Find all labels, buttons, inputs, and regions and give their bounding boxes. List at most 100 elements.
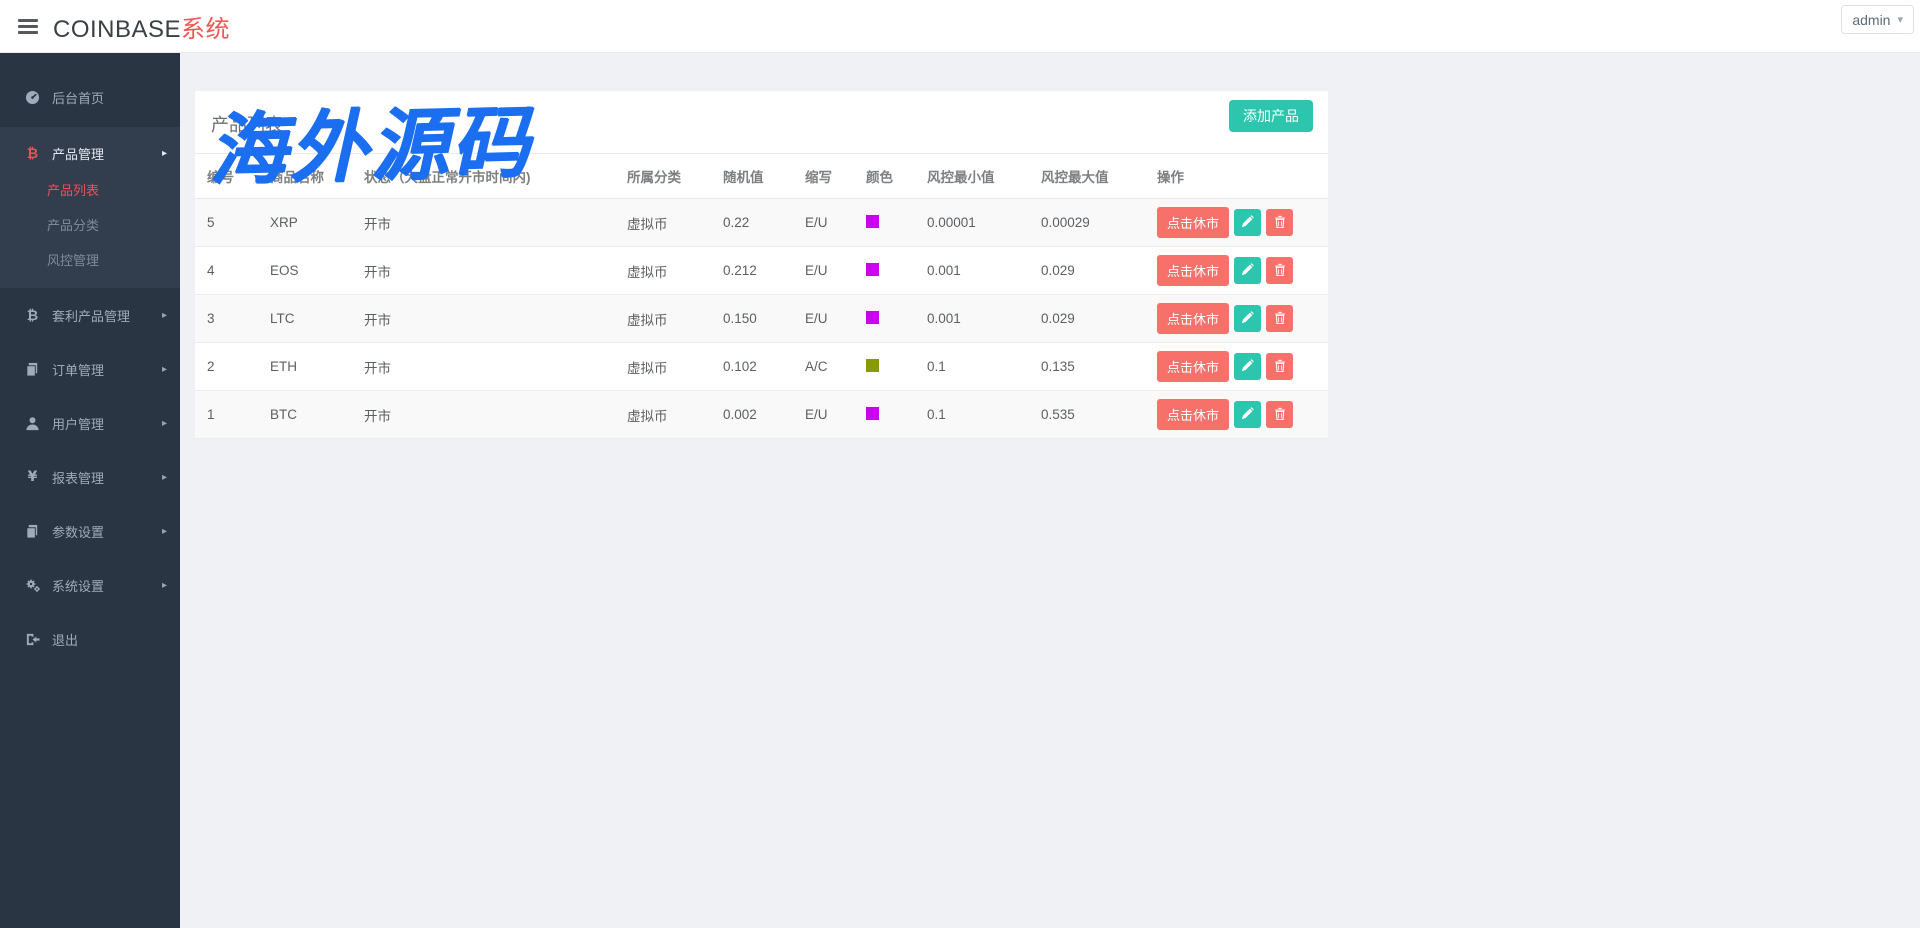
sidebar-item-product-category[interactable]: 产品分类: [0, 208, 180, 243]
sidebar-item-label: 退出: [52, 630, 78, 649]
delete-button[interactable]: [1266, 305, 1293, 332]
cell-category: 虚拟币: [615, 343, 711, 391]
sidebar-item-label: 后台首页: [52, 88, 104, 107]
cell-id: 5: [195, 199, 258, 247]
sidebar-item-label: 报表管理: [52, 468, 104, 487]
table-row: 1 BTC 开市 虚拟币 0.002 E/U 0.1 0.535 点击休市: [195, 391, 1328, 439]
col-risk-min: 风控最小值: [915, 154, 1029, 199]
user-icon: [24, 416, 41, 431]
trash-icon: [1274, 311, 1286, 327]
chevron-down-icon: ▾: [1897, 13, 1903, 26]
col-risk-max: 风控最大值: [1029, 154, 1145, 199]
sidebar-item-param-settings[interactable]: 参数设置 ▸: [0, 504, 180, 558]
cell-abbr: E/U: [793, 295, 854, 343]
admin-dropdown[interactable]: admin ▾: [1841, 5, 1914, 34]
sidebar: 后台首页 ₿ 产品管理 ▸ 产品列表 产品分类 风控管理 ₿ 套利产品管理 ▸ …: [0, 53, 180, 928]
chevron-right-icon: ▸: [162, 526, 167, 537]
cell-name: ETH: [258, 343, 352, 391]
add-product-button[interactable]: 添加产品: [1229, 100, 1313, 132]
col-abbr: 缩写: [793, 154, 854, 199]
market-close-button[interactable]: 点击休市: [1157, 303, 1229, 334]
cell-name: EOS: [258, 247, 352, 295]
sidebar-item-label: 系统设置: [52, 576, 104, 595]
cell-status: 开市: [352, 295, 615, 343]
trash-icon: [1274, 215, 1286, 231]
sidebar-item-dashboard[interactable]: 后台首页: [0, 71, 180, 123]
edit-button[interactable]: [1234, 353, 1261, 380]
brand-accent: 系统: [181, 16, 230, 43]
pencil-icon: [1241, 311, 1254, 327]
gears-icon: [24, 577, 41, 593]
menu-toggle-icon[interactable]: [18, 16, 40, 37]
table-row: 2 ETH 开市 虚拟币 0.102 A/C 0.1 0.135 点击休市: [195, 343, 1328, 391]
files-icon: [24, 362, 41, 377]
cell-risk-min: 0.1: [915, 343, 1029, 391]
cell-category: 虚拟币: [615, 247, 711, 295]
cell-name: BTC: [258, 391, 352, 439]
cell-abbr: E/U: [793, 199, 854, 247]
cell-name: XRP: [258, 199, 352, 247]
sidebar-item-arbitrage-mgmt[interactable]: ₿ 套利产品管理 ▸: [0, 288, 180, 342]
sidebar-item-order-mgmt[interactable]: 订单管理 ▸: [0, 342, 180, 396]
cell-abbr: A/C: [793, 343, 854, 391]
edit-button[interactable]: [1234, 257, 1261, 284]
edit-button[interactable]: [1234, 401, 1261, 428]
sidebar-item-user-mgmt[interactable]: 用户管理 ▸: [0, 396, 180, 450]
col-category: 所属分类: [615, 154, 711, 199]
color-swatch: [866, 407, 879, 420]
cell-random: 0.002: [711, 391, 793, 439]
cell-risk-max: 0.535: [1029, 391, 1145, 439]
col-random: 随机值: [711, 154, 793, 199]
col-name: 商品名称: [258, 154, 352, 199]
cell-random: 0.22: [711, 199, 793, 247]
delete-button[interactable]: [1266, 353, 1293, 380]
cell-risk-min: 0.001: [915, 247, 1029, 295]
cell-id: 3: [195, 295, 258, 343]
trash-icon: [1274, 359, 1286, 375]
cell-status: 开市: [352, 343, 615, 391]
edit-button[interactable]: [1234, 209, 1261, 236]
sidebar-item-product-mgmt[interactable]: ₿ 产品管理 ▸: [0, 127, 180, 173]
brand-logo: COINBASE系统: [53, 9, 230, 44]
cell-status: 开市: [352, 199, 615, 247]
sidebar-item-risk-mgmt[interactable]: 风控管理: [0, 243, 180, 278]
cell-status: 开市: [352, 247, 615, 295]
col-id: 编号: [195, 154, 258, 199]
sidebar-item-product-list[interactable]: 产品列表: [0, 173, 180, 208]
cell-id: 1: [195, 391, 258, 439]
delete-button[interactable]: [1266, 257, 1293, 284]
market-close-button[interactable]: 点击休市: [1157, 255, 1229, 286]
chevron-right-icon: ▸: [162, 310, 167, 321]
cell-risk-min: 0.1: [915, 391, 1029, 439]
market-close-button[interactable]: 点击休市: [1157, 399, 1229, 430]
sidebar-item-system-settings[interactable]: 系统设置 ▸: [0, 558, 180, 612]
col-actions: 操作: [1145, 154, 1328, 199]
cell-risk-min: 0.00001: [915, 199, 1029, 247]
bitcoin-icon: ₿: [24, 307, 41, 324]
sidebar-item-report-mgmt[interactable]: ¥ 报表管理 ▸: [0, 450, 180, 504]
pencil-icon: [1241, 359, 1254, 375]
delete-button[interactable]: [1266, 401, 1293, 428]
sidebar-item-label: 产品管理: [52, 144, 104, 163]
sidebar-group-product-mgmt: ₿ 产品管理 ▸ 产品列表 产品分类 风控管理: [0, 127, 180, 288]
pencil-icon: [1241, 263, 1254, 279]
cell-risk-max: 0.029: [1029, 295, 1145, 343]
cell-id: 4: [195, 247, 258, 295]
chevron-right-icon: ▸: [162, 148, 167, 159]
sidebar-item-label: 订单管理: [52, 360, 104, 379]
product-table: 编号 商品名称 状态（大盘正常开市时间内) 所属分类 随机值 缩写 颜色 风控最…: [195, 153, 1328, 439]
cell-abbr: E/U: [793, 391, 854, 439]
cell-random: 0.102: [711, 343, 793, 391]
edit-button[interactable]: [1234, 305, 1261, 332]
table-row: 3 LTC 开市 虚拟币 0.150 E/U 0.001 0.029 点击休市: [195, 295, 1328, 343]
color-swatch: [866, 311, 879, 324]
market-close-button[interactable]: 点击休市: [1157, 351, 1229, 382]
delete-button[interactable]: [1266, 209, 1293, 236]
cell-risk-min: 0.001: [915, 295, 1029, 343]
trash-icon: [1274, 263, 1286, 279]
market-close-button[interactable]: 点击休市: [1157, 207, 1229, 238]
chevron-right-icon: ▸: [162, 418, 167, 429]
col-status: 状态（大盘正常开市时间内): [352, 154, 615, 199]
sidebar-item-logout[interactable]: 退出: [0, 612, 180, 666]
cell-risk-max: 0.00029: [1029, 199, 1145, 247]
